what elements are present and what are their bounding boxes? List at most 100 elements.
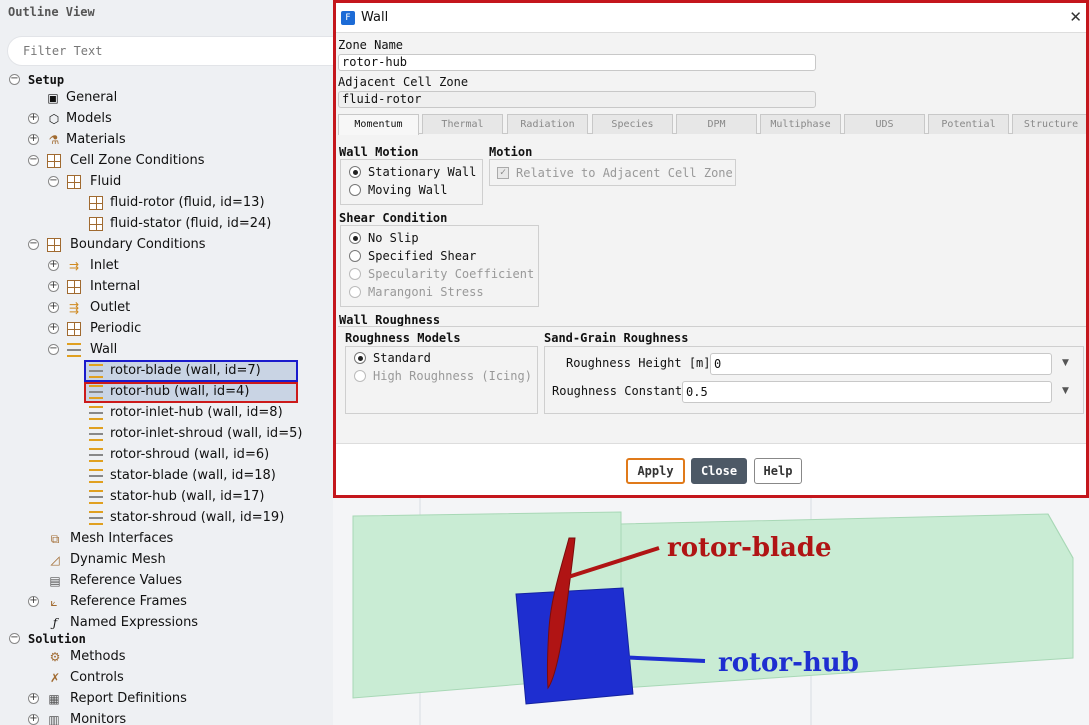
geometry-render: rotor-blade rotor-hub [352, 498, 1074, 725]
tree-item-rotor-shroud[interactable]: rotor-shroud (wall, id=6) [89, 445, 319, 465]
tree-item-stator-blade[interactable]: stator-blade (wall, id=18) [89, 466, 319, 486]
relative-to-adjacent-checkbox: ✓ Relative to Adjacent Cell Zone [497, 164, 733, 182]
expand-icon[interactable]: + [48, 260, 59, 271]
collapse-icon[interactable]: − [28, 239, 39, 250]
rotor-hub-label: rotor-hub [718, 648, 859, 678]
tree-item-stator-hub[interactable]: stator-hub (wall, id=17) [89, 487, 319, 507]
close-button[interactable]: Close [691, 458, 747, 484]
sand-grain-roughness-title: Sand-Grain Roughness [544, 331, 689, 345]
zone-name-label: Zone Name [338, 38, 404, 52]
tab-structure[interactable]: Structure [1012, 114, 1086, 134]
radio-icon [349, 250, 361, 262]
dialog-titlebar: F Wall ✕ [336, 3, 1086, 33]
tab-momentum[interactable]: Momentum [338, 114, 419, 135]
collapse-icon[interactable]: − [9, 633, 20, 644]
tree-item-boundary-conditions[interactable]: − Boundary Conditions [28, 235, 248, 255]
specified-shear-radio[interactable]: Specified Shear [349, 247, 534, 265]
tree-item-periodic[interactable]: + Periodic [48, 319, 248, 339]
expand-icon[interactable]: + [48, 302, 59, 313]
radio-selected-icon [349, 166, 361, 178]
expand-icon[interactable]: + [28, 113, 39, 124]
expand-icon[interactable]: + [28, 714, 39, 725]
close-icon[interactable]: ✕ [1069, 8, 1082, 26]
tree-item-reference-frames[interactable]: + ⟀ Reference Frames [28, 592, 248, 612]
help-button[interactable]: Help [754, 458, 802, 484]
tab-potential[interactable]: Potential [928, 114, 1009, 134]
reference-frames-axes-icon: ⟀ [50, 595, 58, 609]
tree-item-fluid[interactable]: − Fluid [48, 172, 248, 192]
tab-species[interactable]: Species [592, 114, 673, 134]
tree-item-fluid-stator[interactable]: fluid-stator (fluid, id=24) [89, 214, 319, 234]
expand-icon[interactable]: + [28, 596, 39, 607]
wall-icon [89, 364, 103, 378]
expand-icon[interactable]: + [48, 281, 59, 292]
tree-item-stator-shroud[interactable]: stator-shroud (wall, id=19) [89, 508, 319, 528]
tree-item-monitors[interactable]: + ▥ Monitors [28, 710, 228, 725]
tree-item-fluid-rotor[interactable]: fluid-rotor (fluid, id=13) [89, 193, 319, 213]
no-slip-radio[interactable]: No Slip [349, 229, 534, 247]
graphics-viewport[interactable]: rotor-blade rotor-hub [333, 498, 1089, 725]
expand-icon[interactable]: + [28, 693, 39, 704]
tree-item-methods[interactable]: ⚙ Methods [48, 647, 248, 667]
roughness-models-title: Roughness Models [345, 331, 461, 345]
dialog-title: Wall [361, 10, 389, 25]
fluid-grid-icon [67, 175, 81, 189]
tree-item-materials[interactable]: + ⚗ Materials [28, 130, 228, 150]
standard-roughness-radio[interactable]: Standard [354, 349, 534, 367]
rotor-blade-label: rotor-blade [667, 533, 832, 563]
tree-item-general[interactable]: ▣ General [46, 88, 246, 108]
expand-icon[interactable]: + [48, 323, 59, 334]
collapse-icon[interactable]: − [28, 155, 39, 166]
tree-item-report-definitions[interactable]: + ▦ Report Definitions [28, 689, 248, 709]
tree-item-mesh-interfaces[interactable]: ⧉ Mesh Interfaces [48, 529, 248, 549]
tree-item-reference-values[interactable]: ▤ Reference Values [48, 571, 248, 591]
tab-uds[interactable]: UDS [844, 114, 925, 134]
expand-icon[interactable]: + [28, 134, 39, 145]
report-icon: ▦ [48, 692, 60, 706]
zone-name-field[interactable]: rotor-hub [338, 54, 816, 71]
chevron-down-icon[interactable]: ▼ [1062, 358, 1069, 368]
roughness-constant-input[interactable]: 0.5 [682, 381, 1052, 403]
chevron-down-icon[interactable]: ▼ [1062, 386, 1069, 396]
tree-item-models[interactable]: + ⬡ Models [28, 109, 228, 129]
wall-motion-title: Wall Motion [339, 145, 419, 159]
wall-icon [89, 406, 103, 420]
tree-item-controls[interactable]: ✗ Controls [48, 668, 248, 688]
tree-item-internal[interactable]: + Internal [48, 277, 248, 297]
moving-wall-radio[interactable]: Moving Wall [349, 181, 479, 199]
tab-radiation[interactable]: Radiation [507, 114, 588, 134]
collapse-icon[interactable]: − [48, 344, 59, 355]
stationary-wall-radio[interactable]: Stationary Wall [349, 163, 479, 181]
wall-icon [89, 490, 103, 504]
collapse-icon[interactable]: − [48, 176, 59, 187]
methods-icon: ⚙ [49, 650, 61, 664]
tree-item-outlet[interactable]: + ⇶ Outlet [48, 298, 248, 318]
roughness-height-input[interactable]: 0 [710, 353, 1052, 375]
collapse-icon[interactable]: − [9, 74, 20, 85]
dialog-button-bar: Apply Close Help [336, 443, 1086, 495]
wall-icon [67, 343, 81, 357]
tree-item-cell-zone-conditions[interactable]: − Cell Zone Conditions [28, 151, 248, 171]
tab-bar: Momentum Thermal Radiation Species DPM M… [338, 114, 1086, 135]
adjacent-cell-zone-label: Adjacent Cell Zone [338, 75, 469, 89]
wall-icon [89, 385, 103, 399]
tree-item-rotor-inlet-shroud[interactable]: rotor-inlet-shroud (wall, id=5) [89, 424, 329, 444]
mesh-interfaces-icon: ⧉ [50, 532, 60, 546]
tree-item-setup[interactable]: − Setup [9, 70, 109, 90]
tree-item-inlet[interactable]: + ⇉ Inlet [48, 256, 248, 276]
outline-view-panel: Outline View Filter Text − Setup ▣ Gener… [0, 0, 333, 725]
tab-multiphase[interactable]: Multiphase [760, 114, 841, 134]
tab-dpm[interactable]: DPM [676, 114, 757, 134]
tree-item-rotor-hub[interactable]: rotor-hub (wall, id=4) [89, 382, 309, 402]
tree-item-dynamic-mesh[interactable]: ◿ Dynamic Mesh [48, 550, 248, 570]
filter-text-input[interactable]: Filter Text [7, 36, 333, 66]
tab-thermal[interactable]: Thermal [422, 114, 503, 134]
tree-item-wall[interactable]: − Wall [48, 340, 248, 360]
apply-button[interactable]: Apply [626, 458, 685, 484]
tree-item-rotor-blade[interactable]: rotor-blade (wall, id=7) [89, 361, 309, 381]
tree-item-solution[interactable]: − Solution [9, 629, 129, 649]
tree-item-rotor-inlet-hub[interactable]: rotor-inlet-hub (wall, id=8) [89, 403, 319, 423]
wall-icon [89, 511, 103, 525]
wall-icon [89, 469, 103, 483]
radio-selected-icon [349, 232, 361, 244]
